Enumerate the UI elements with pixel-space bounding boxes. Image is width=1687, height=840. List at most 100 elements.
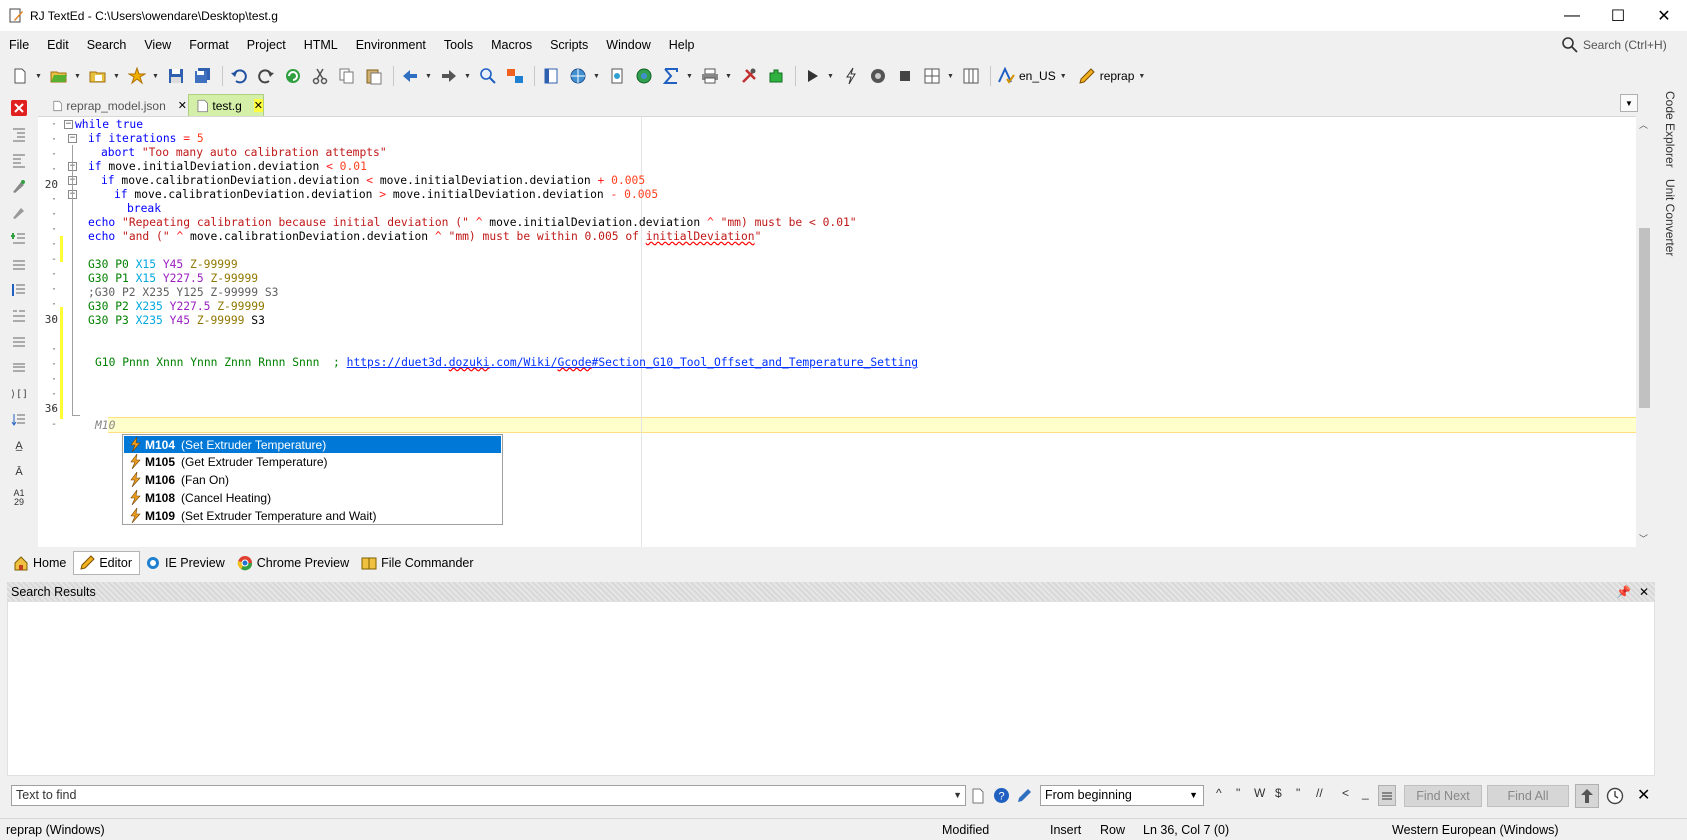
code-explorer-tab[interactable]: Code Explorer — [1663, 91, 1677, 168]
refresh-button[interactable] — [281, 64, 305, 88]
status-row-mode[interactable]: Row — [1100, 823, 1125, 837]
autocomplete-item[interactable]: M106 (Fan On) — [124, 471, 501, 488]
chevron-down-icon[interactable]: ▼ — [1189, 786, 1198, 805]
menu-project[interactable]: Project — [238, 38, 295, 52]
redo-button[interactable] — [254, 64, 278, 88]
tab-ie-preview[interactable]: IE Preview — [140, 551, 232, 575]
unindent-button[interactable] — [9, 150, 29, 170]
fold-toggle-icon[interactable]: − — [68, 134, 77, 143]
close-tab-icon[interactable]: ✕ — [253, 99, 263, 112]
tab-chrome-preview[interactable]: Chrome Preview — [232, 551, 356, 575]
option-regex-end[interactable]: $ — [1275, 786, 1282, 800]
run-button[interactable] — [800, 64, 824, 88]
tab-home[interactable]: Home — [8, 551, 73, 575]
option-whole-word[interactable]: W — [1254, 786, 1265, 800]
insert-line-button[interactable] — [9, 228, 29, 248]
find-button[interactable] — [476, 64, 500, 88]
autocomplete-item[interactable]: M109 (Set Extruder Temperature and Wait) — [124, 507, 501, 524]
close-panel-icon[interactable]: ✕ — [1639, 585, 1649, 599]
recent-folders-dropdown-icon[interactable]: ▼ — [113, 73, 121, 80]
option-string[interactable]: " — [1296, 786, 1300, 800]
uppercase-button[interactable]: A̲ — [9, 436, 29, 456]
menu-help[interactable]: Help — [660, 38, 704, 52]
option-quote[interactable]: " — [1236, 786, 1240, 800]
menu-view[interactable]: View — [135, 38, 180, 52]
scroll-up-icon[interactable]: ︿ — [1639, 118, 1648, 131]
scrollbar-thumb[interactable] — [1639, 228, 1650, 408]
open-file-dropdown-icon[interactable]: ▼ — [74, 73, 82, 80]
search-origin-select[interactable]: From beginning ▼ — [1040, 785, 1204, 806]
menu-edit[interactable]: Edit — [38, 38, 78, 52]
new-page-icon[interactable] — [971, 788, 985, 804]
sum-button[interactable] — [659, 64, 683, 88]
navigate-forward-dropdown-icon[interactable]: ▼ — [464, 73, 472, 80]
option-tag[interactable]: < — [1342, 786, 1349, 800]
move-lines-button[interactable] — [9, 306, 29, 326]
comment-button[interactable] — [9, 176, 29, 196]
syntax-dropdown-icon[interactable]: ▼ — [1138, 73, 1146, 80]
navigate-back-dropdown-icon[interactable]: ▼ — [425, 73, 433, 80]
lowercase-button[interactable]: Ā — [9, 462, 29, 482]
menu-file[interactable]: File — [0, 38, 38, 52]
sum-dropdown-icon[interactable]: ▼ — [686, 73, 694, 80]
join-lines-button[interactable] — [9, 254, 29, 274]
document-map-button[interactable] — [539, 64, 563, 88]
tab-test-g[interactable]: test.g ✕ — [188, 94, 264, 116]
marker-icon[interactable] — [1016, 787, 1033, 804]
autocomplete-item[interactable]: M104 (Set Extruder Temperature) — [124, 436, 501, 453]
language-dropdown-icon[interactable]: ▼ — [1060, 73, 1068, 80]
navigate-back-button[interactable] — [398, 64, 422, 88]
cut-button[interactable] — [308, 64, 332, 88]
open-file-button[interactable] — [47, 64, 71, 88]
tools-button[interactable] — [737, 64, 761, 88]
save-button[interactable] — [164, 64, 188, 88]
replace-button[interactable] — [503, 64, 527, 88]
find-text-input[interactable]: Text to find ▼ — [11, 785, 966, 806]
print-dropdown-icon[interactable]: ▼ — [725, 73, 733, 80]
undo-button[interactable] — [227, 64, 251, 88]
editor-scrollbar[interactable]: ︿ ﹀ — [1636, 116, 1653, 547]
browser-button[interactable] — [566, 64, 590, 88]
pin-icon[interactable]: 📌 — [1616, 585, 1631, 599]
wrap-lines-button[interactable] — [9, 332, 29, 352]
chevron-down-icon[interactable]: ▼ — [953, 786, 962, 805]
find-all-button[interactable]: Find All — [1487, 785, 1569, 807]
close-window-button[interactable]: ✕ — [1641, 0, 1687, 31]
syntax-selector[interactable]: reprap — [1100, 69, 1135, 83]
browser-dropdown-icon[interactable]: ▼ — [593, 73, 601, 80]
menu-window[interactable]: Window — [597, 38, 659, 52]
print-button[interactable] — [698, 64, 722, 88]
menu-format[interactable]: Format — [180, 38, 238, 52]
menu-html[interactable]: HTML — [295, 38, 347, 52]
columns-button[interactable] — [959, 64, 983, 88]
layout-dropdown-icon[interactable]: ▼ — [947, 73, 955, 80]
menu-macros[interactable]: Macros — [482, 38, 541, 52]
find-next-button[interactable]: Find Next — [1404, 785, 1482, 807]
language-selector[interactable]: en_US — [1019, 69, 1056, 83]
save-all-button[interactable] — [191, 64, 215, 88]
option-regex-start[interactable]: ^ — [1216, 786, 1222, 800]
duplicate-line-button[interactable] — [9, 358, 29, 378]
menu-search[interactable]: Search — [78, 38, 136, 52]
uncomment-button[interactable] — [9, 202, 29, 222]
autocomplete-item[interactable]: M105 (Get Extruder Temperature) — [124, 453, 501, 470]
autocomplete-item[interactable]: M108 (Cancel Heating) — [124, 489, 501, 506]
tab-editor[interactable]: Editor — [73, 551, 140, 575]
option-underscore[interactable]: _ — [1362, 786, 1369, 800]
tab-list-dropdown-icon[interactable]: ▼ — [1620, 94, 1638, 112]
close-find-bar-icon[interactable]: ✕ — [1637, 785, 1650, 805]
new-file-button[interactable] — [8, 64, 32, 88]
web-button[interactable] — [632, 64, 656, 88]
option-comment[interactable]: // — [1316, 786, 1323, 800]
direction-up-button[interactable] — [1575, 784, 1599, 808]
favorites-button[interactable] — [125, 64, 149, 88]
current-code-line[interactable]: M10 — [95, 418, 115, 433]
stop-button[interactable] — [893, 64, 917, 88]
sort-lines-button[interactable] — [9, 280, 29, 300]
maximize-button[interactable]: ☐ — [1595, 0, 1641, 31]
recent-folders-button[interactable] — [86, 64, 110, 88]
option-lines-button[interactable] — [1378, 785, 1396, 806]
status-encoding[interactable]: Western European (Windows) — [1392, 823, 1559, 837]
search-results-list[interactable] — [7, 601, 1655, 776]
sort-button[interactable]: A1 29 — [9, 488, 29, 508]
